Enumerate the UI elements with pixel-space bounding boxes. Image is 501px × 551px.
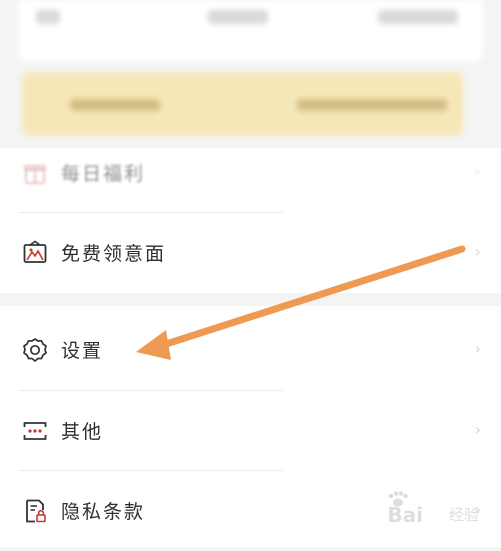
- menu-item-label: 每日福利: [61, 163, 146, 185]
- menu-item-privacy-terms[interactable]: 隐私条款 ›: [0, 471, 501, 551]
- blurred-text: [70, 99, 160, 111]
- picture-frame-icon: [22, 240, 48, 266]
- ellipsis-box-icon: [22, 418, 48, 444]
- menu-group-1: 每日福利 › 免费领意面 ›: [0, 148, 501, 293]
- blurred-text: [208, 10, 268, 24]
- menu-group-2: 设置 › 其他 › 隐私条款 ›: [0, 306, 501, 547]
- blurred-text: [378, 10, 458, 24]
- gear-icon: [22, 337, 48, 363]
- chevron-right-icon: ›: [474, 339, 481, 358]
- menu-item-label: 免费领意面: [61, 243, 167, 265]
- blurred-top-card: [18, 0, 483, 62]
- menu-item-daily-benefits[interactable]: 每日福利 ›: [0, 133, 501, 213]
- document-lock-icon: [22, 498, 48, 524]
- menu-item-other[interactable]: 其他 ›: [0, 391, 501, 471]
- blurred-text: [297, 99, 447, 111]
- chevron-right-icon: ›: [474, 242, 481, 261]
- menu-item-settings[interactable]: 设置 ›: [0, 310, 501, 390]
- menu-item-label: 设置: [61, 340, 104, 362]
- gift-icon: [22, 160, 48, 186]
- watermark-brand: Bai: [387, 503, 423, 527]
- menu-item-label: 隐私条款: [61, 501, 146, 523]
- menu-item-label: 其他: [61, 421, 104, 443]
- blurred-text: [36, 10, 60, 24]
- chevron-right-icon: ›: [474, 162, 481, 181]
- watermark-text: 经验: [448, 506, 479, 524]
- chevron-right-icon: ›: [474, 420, 481, 439]
- promo-banner[interactable]: [22, 72, 463, 136]
- menu-item-free-pasta[interactable]: 免费领意面 ›: [0, 213, 501, 293]
